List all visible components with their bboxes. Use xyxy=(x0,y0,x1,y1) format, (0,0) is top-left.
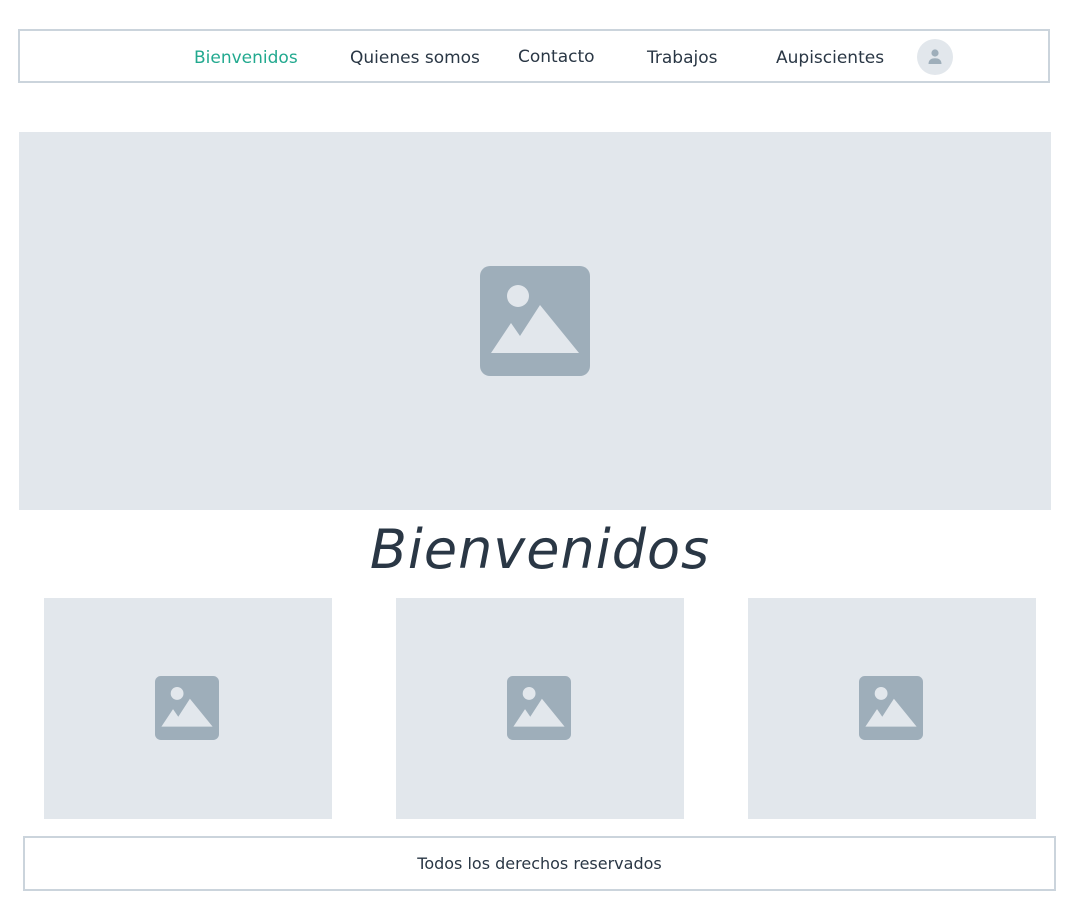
hero-image-placeholder xyxy=(19,132,1051,510)
nav-item-quienes-somos[interactable]: Quienes somos xyxy=(350,31,480,81)
card-image-placeholder[interactable] xyxy=(748,598,1036,819)
footer-copyright-text: Todos los derechos reservados xyxy=(417,854,662,873)
nav-item-bienvenidos[interactable]: Bienvenidos xyxy=(194,31,298,81)
user-avatar-button[interactable] xyxy=(917,39,953,75)
footer: Todos los derechos reservados xyxy=(23,836,1056,891)
card-image-placeholder[interactable] xyxy=(396,598,684,819)
nav-item-aupiscientes[interactable]: Aupiscientes xyxy=(776,31,884,81)
nav-item-contacto[interactable]: Contacto xyxy=(518,30,595,80)
image-placeholder-icon xyxy=(155,676,219,740)
image-placeholder-icon xyxy=(480,266,590,376)
image-placeholder-icon xyxy=(507,676,571,740)
page-title: Bienvenidos xyxy=(369,518,711,581)
card-image-placeholder[interactable] xyxy=(44,598,332,819)
navbar: Bienvenidos Quienes somos Contacto Traba… xyxy=(18,29,1050,83)
nav-item-trabajos[interactable]: Trabajos xyxy=(647,31,717,81)
user-icon xyxy=(928,49,942,64)
image-placeholder-icon xyxy=(859,676,923,740)
